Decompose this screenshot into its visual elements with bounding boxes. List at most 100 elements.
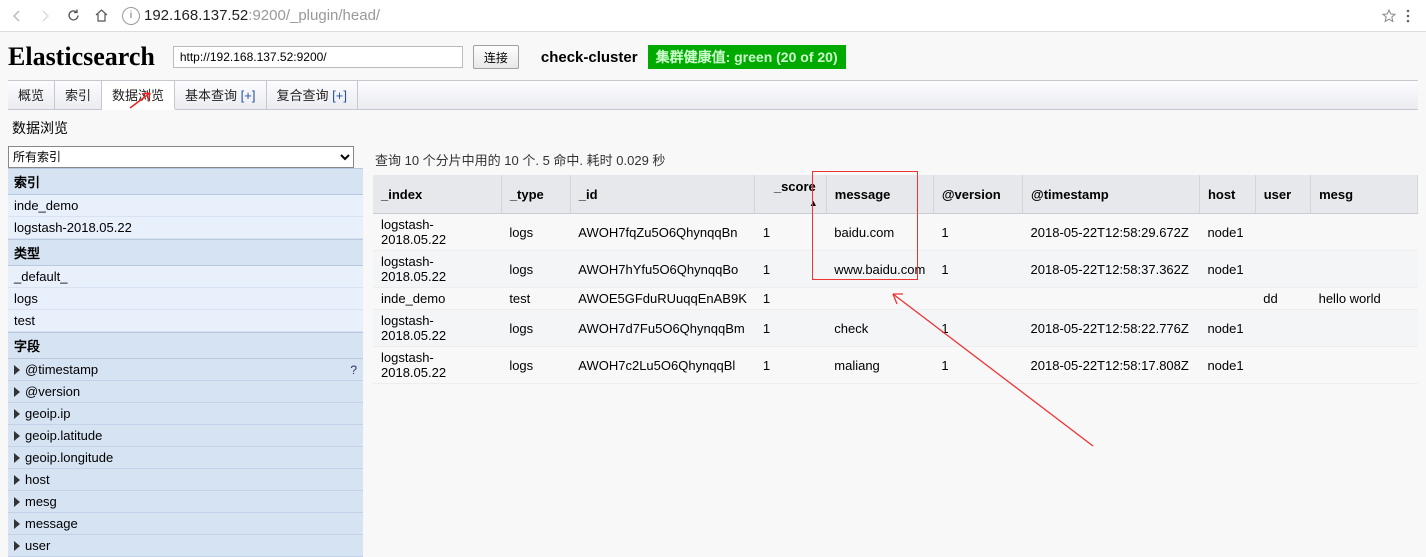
cell: 2018-05-22T12:58:17.808Z [1023, 347, 1200, 384]
sidebar-item[interactable]: mesg [8, 491, 363, 513]
cell [1311, 347, 1418, 384]
query-info: 查询 10 个分片中用的 10 个. 5 命中. 耗时 0.029 秒 [373, 148, 1418, 175]
table-row[interactable]: logstash-2018.05.22logsAWOH7fqZu5O6Qhynq… [373, 214, 1418, 251]
cell: node1 [1199, 347, 1255, 384]
index-select[interactable]: 所有索引 [8, 146, 354, 168]
page-title: 数据浏览 [8, 110, 1418, 146]
table-row[interactable]: logstash-2018.05.22logsAWOH7hYfu5O6Qhynq… [373, 251, 1418, 288]
cell [1311, 310, 1418, 347]
table-row[interactable]: logstash-2018.05.22logsAWOH7d7Fu5O6Qhynq… [373, 310, 1418, 347]
cell [1255, 347, 1310, 384]
sidebar-item[interactable]: @timestamp? [8, 359, 363, 381]
sidebar-item[interactable]: user [8, 535, 363, 557]
column-header[interactable]: _type [501, 175, 570, 214]
info-icon: i [122, 7, 140, 25]
column-header[interactable]: _index [373, 175, 501, 214]
cell: 1 [933, 251, 1022, 288]
cell: 1 [755, 214, 826, 251]
cell: node1 [1199, 214, 1255, 251]
cell: maliang [826, 347, 933, 384]
content-area: 查询 10 个分片中用的 10 个. 5 命中. 耗时 0.029 秒 _ind… [363, 146, 1418, 557]
sidebar-item[interactable]: _default_ [8, 266, 363, 288]
cell: 1 [933, 214, 1022, 251]
sidebar: 所有索引 索引 inde_demologstash-2018.05.22 类型 … [8, 146, 363, 557]
cell [1311, 251, 1418, 288]
sidebar-item[interactable]: test [8, 310, 363, 332]
cell [1311, 214, 1418, 251]
cell: logstash-2018.05.22 [373, 310, 501, 347]
table-row[interactable]: logstash-2018.05.22logsAWOH7c2Lu5O6Qhynq… [373, 347, 1418, 384]
connect-button[interactable]: 连接 [473, 45, 519, 69]
cell: logs [501, 214, 570, 251]
column-header[interactable]: _score ▲ [755, 175, 826, 214]
section-indices: 索引 [8, 168, 363, 195]
column-header[interactable]: _id [570, 175, 755, 214]
tab-4[interactable]: 复合查询 [+] [267, 81, 358, 109]
cell: baidu.com [826, 214, 933, 251]
tab-3[interactable]: 基本查询 [+] [175, 81, 266, 109]
sidebar-item[interactable]: geoip.latitude [8, 425, 363, 447]
tab-1[interactable]: 索引 [55, 81, 102, 109]
sidebar-item[interactable]: message [8, 513, 363, 535]
cell: AWOE5GFduRUuqqEnAB9K [570, 288, 755, 310]
sidebar-item[interactable]: @version [8, 381, 363, 403]
table-row[interactable]: inde_demotestAWOE5GFduRUuqqEnAB9K1ddhell… [373, 288, 1418, 310]
help-icon[interactable]: ? [350, 363, 357, 377]
cell: inde_demo [373, 288, 501, 310]
sidebar-item[interactable]: geoip.ip [8, 403, 363, 425]
cell: 1 [933, 310, 1022, 347]
section-fields: 字段 [8, 332, 363, 359]
cell [1199, 288, 1255, 310]
cell: logs [501, 347, 570, 384]
cell: 1 [933, 347, 1022, 384]
cell [826, 288, 933, 310]
cell: AWOH7hYfu5O6QhynqqBo [570, 251, 755, 288]
column-header[interactable]: @timestamp [1023, 175, 1200, 214]
cell: 1 [755, 310, 826, 347]
cell: logs [501, 251, 570, 288]
app-logo: Elasticsearch [8, 42, 155, 72]
cell: node1 [1199, 310, 1255, 347]
menu-icon[interactable] [1406, 9, 1410, 23]
cell: www.baidu.com [826, 251, 933, 288]
sidebar-item[interactable]: host [8, 469, 363, 491]
cell: hello world [1311, 288, 1418, 310]
sidebar-item[interactable]: inde_demo [8, 195, 363, 217]
column-header[interactable]: message [826, 175, 933, 214]
cell: logs [501, 310, 570, 347]
cluster-health-badge: 集群健康值: green (20 of 20) [648, 45, 846, 69]
sidebar-item[interactable]: logstash-2018.05.22 [8, 217, 363, 239]
cell [933, 288, 1022, 310]
cell [1255, 310, 1310, 347]
column-header[interactable]: mesg [1311, 175, 1418, 214]
bookmark-icon[interactable] [1382, 9, 1396, 23]
cell: AWOH7d7Fu5O6QhynqqBm [570, 310, 755, 347]
chevron-right-icon [14, 365, 20, 375]
nav-back-icon[interactable] [6, 5, 28, 27]
cell: dd [1255, 288, 1310, 310]
cell: 1 [755, 347, 826, 384]
annotation-tab-arrow [128, 90, 158, 110]
url-text: 192.168.137.52:9200/_plugin/head/ [144, 7, 380, 24]
cell [1255, 214, 1310, 251]
tab-0[interactable]: 概览 [8, 81, 55, 109]
tab-bar: 概览索引数据浏览基本查询 [+]复合查询 [+] [8, 80, 1418, 110]
results-table: _index_type_id_score ▲message@version@ti… [373, 175, 1418, 384]
column-header[interactable]: user [1255, 175, 1310, 214]
cell: node1 [1199, 251, 1255, 288]
cluster-name: check-cluster [541, 49, 638, 66]
chevron-right-icon [14, 431, 20, 441]
column-header[interactable]: host [1199, 175, 1255, 214]
cell: logstash-2018.05.22 [373, 214, 501, 251]
sidebar-item[interactable]: geoip.longitude [8, 447, 363, 469]
nav-reload-icon[interactable] [62, 5, 84, 27]
column-header[interactable]: @version [933, 175, 1022, 214]
connection-url-input[interactable] [173, 46, 463, 68]
nav-home-icon[interactable] [90, 5, 112, 27]
cell: AWOH7fqZu5O6QhynqqBn [570, 214, 755, 251]
browser-chrome: i 192.168.137.52:9200/_plugin/head/ [0, 0, 1426, 32]
url-bar[interactable]: i 192.168.137.52:9200/_plugin/head/ [122, 7, 380, 25]
chevron-right-icon [14, 409, 20, 419]
cell: check [826, 310, 933, 347]
sidebar-item[interactable]: logs [8, 288, 363, 310]
